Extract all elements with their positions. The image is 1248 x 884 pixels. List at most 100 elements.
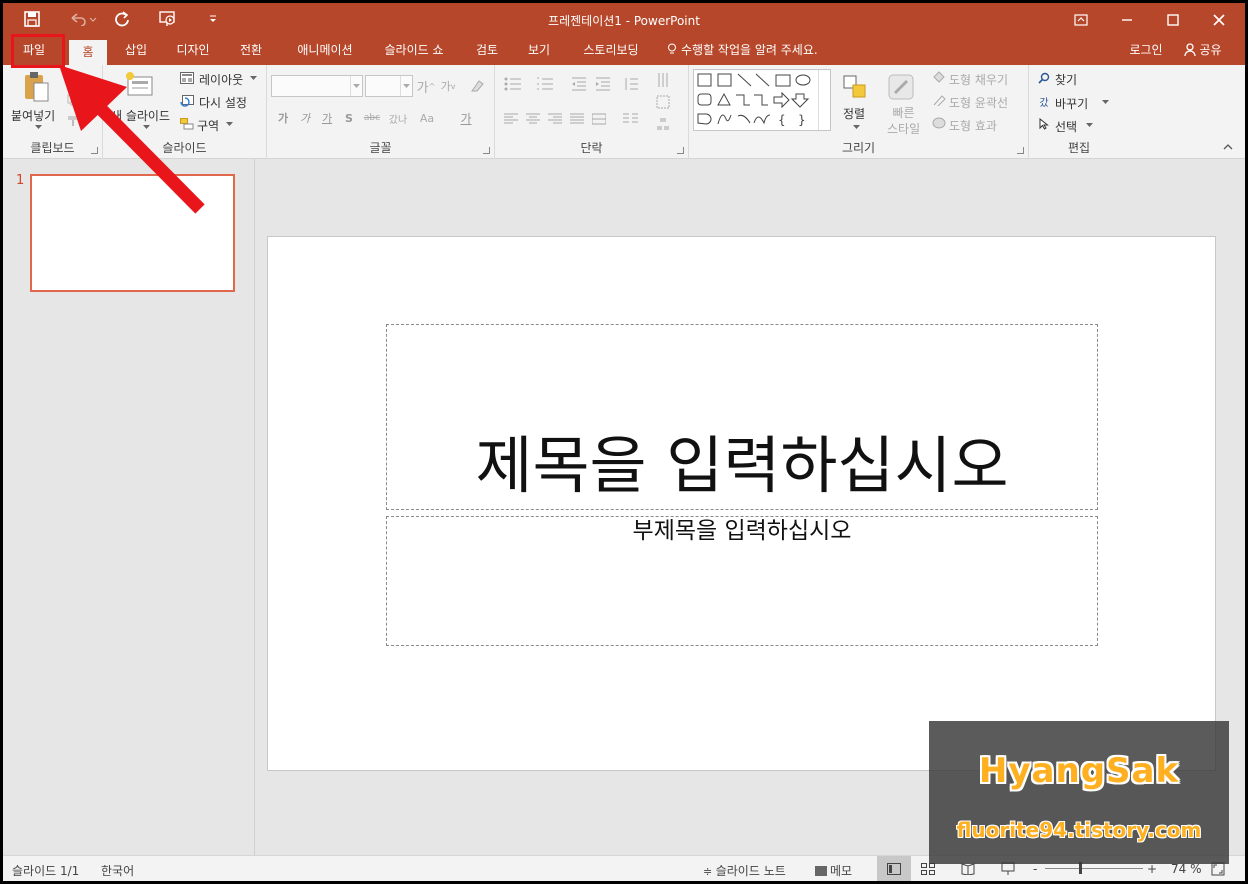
arrange-icon[interactable] [839, 71, 871, 103]
zoom-out-button[interactable]: - [1033, 862, 1037, 876]
format-painter-icon[interactable] [65, 113, 81, 129]
font-launcher-icon[interactable] [483, 147, 490, 154]
font-size-dropdown-icon[interactable] [400, 76, 412, 96]
clear-format-icon[interactable] [467, 77, 487, 95]
align-right-icon[interactable] [545, 111, 565, 127]
tell-me-box[interactable]: 수행할 작업을 알려 주세요. [667, 36, 837, 65]
tab-view[interactable]: 보기 [517, 36, 561, 65]
smartart-icon[interactable] [653, 115, 673, 133]
italic-button[interactable]: 가 [297, 109, 313, 127]
normal-view-button[interactable] [877, 856, 911, 881]
maximize-icon[interactable] [1150, 3, 1196, 36]
share-button[interactable]: 공유 [1173, 36, 1233, 65]
zoom-in-button[interactable]: + [1147, 862, 1157, 876]
line-spacing-icon[interactable] [621, 75, 641, 93]
paste-icon[interactable] [21, 71, 53, 103]
quick-styles-label[interactable]: 빠른 스타일 [887, 105, 920, 137]
replace-dropdown-icon[interactable] [1101, 99, 1109, 105]
increase-indent-icon[interactable] [593, 75, 613, 93]
title-placeholder[interactable]: 제목을 입력하십시오 [386, 324, 1098, 510]
tab-animations[interactable]: 애니메이션 [283, 36, 367, 65]
slideshow-view-icon[interactable] [1001, 862, 1017, 876]
align-text-icon[interactable] [653, 93, 673, 111]
text-direction-icon[interactable] [653, 71, 673, 89]
tab-design[interactable]: 디자인 [165, 36, 221, 65]
collapse-ribbon-icon[interactable] [1221, 141, 1235, 153]
comments-button[interactable]: 메모 [815, 862, 852, 879]
tab-insert[interactable]: 삽입 [111, 36, 161, 65]
paste-dropdown-icon[interactable] [33, 123, 43, 131]
bullets-icon[interactable] [501, 75, 525, 93]
shadow-button[interactable]: S [341, 109, 357, 127]
new-slide-dropdown-icon[interactable] [141, 123, 151, 131]
zoom-slider[interactable] [1045, 868, 1143, 869]
shapes-gallery[interactable]: {} [693, 69, 831, 131]
layout-button[interactable]: 레이아웃 [199, 71, 243, 88]
comment-icon [815, 866, 827, 876]
section-dropdown-icon[interactable] [225, 121, 233, 127]
shape-effects-icon [931, 116, 947, 130]
font-name-box[interactable] [271, 75, 363, 97]
zoom-level[interactable]: 74 % [1171, 862, 1202, 876]
tab-storyboarding[interactable]: 스토리보딩 [569, 36, 653, 65]
layout-dropdown-icon[interactable] [249, 75, 257, 81]
font-size-box[interactable] [365, 75, 413, 97]
tab-home[interactable]: 홈 [69, 40, 107, 65]
tab-transitions[interactable]: 전환 [227, 36, 275, 65]
clipboard-launcher-icon[interactable] [91, 147, 98, 154]
title-placeholder-text: 제목을 입력하십시오 [475, 429, 1009, 502]
reset-button[interactable]: 다시 설정 [199, 94, 247, 111]
slide-counter[interactable]: 슬라이드 1/1 [12, 862, 79, 879]
minimize-icon[interactable] [1104, 3, 1150, 36]
drawing-launcher-icon[interactable] [1017, 147, 1024, 154]
select-button[interactable]: 선택 [1055, 118, 1077, 135]
tab-slideshow[interactable]: 슬라이드 쇼 [373, 36, 455, 65]
quick-styles-icon[interactable] [885, 71, 917, 103]
replace-button[interactable]: 바꾸기 [1055, 95, 1088, 112]
distributed-icon[interactable] [589, 111, 609, 127]
font-name-dropdown-icon[interactable] [350, 76, 362, 96]
font-color-button[interactable]: 가 [455, 107, 477, 129]
shape-outline-button[interactable]: 도형 윤곽선 [949, 94, 1008, 111]
strikethrough-button[interactable]: abc [361, 109, 383, 127]
align-left-icon[interactable] [501, 111, 521, 127]
numbering-icon[interactable] [533, 75, 557, 93]
fit-to-window-icon[interactable] [1211, 862, 1227, 876]
shape-fill-button[interactable]: 도형 채우기 [949, 71, 1008, 88]
new-slide-label[interactable]: 새 슬라이드 [111, 107, 170, 124]
close-icon[interactable] [1196, 3, 1242, 36]
grow-font-icon[interactable]: 가 ^ [417, 77, 436, 96]
cut-icon[interactable] [65, 71, 81, 87]
columns-icon[interactable] [619, 111, 643, 127]
shrink-font-icon[interactable]: 가v [439, 77, 457, 95]
align-center-icon[interactable] [523, 111, 543, 127]
notes-button[interactable]: ≑ 슬라이드 노트 [703, 862, 786, 879]
ribbon-display-icon[interactable] [1058, 3, 1104, 36]
decrease-indent-icon[interactable] [569, 75, 589, 93]
shape-effects-button[interactable]: 도형 효과 [949, 117, 997, 134]
arrange-label[interactable]: 정렬 [843, 105, 865, 122]
language-indicator[interactable]: 한국어 [101, 862, 134, 879]
justify-icon[interactable] [567, 111, 587, 127]
section-button[interactable]: 구역 [197, 117, 219, 134]
char-spacing-button[interactable]: 갔나 [385, 109, 411, 127]
paragraph-launcher-icon[interactable] [677, 147, 684, 154]
change-case-button[interactable]: Aa [415, 109, 439, 127]
paragraph-group: 단락 [495, 65, 689, 159]
underline-button[interactable]: 가 [319, 109, 335, 127]
login-link[interactable]: 로그인 [1123, 36, 1169, 65]
shapes-scroll[interactable] [818, 70, 830, 130]
slide-canvas[interactable]: 제목을 입력하십시오 부제목을 입력하십시오 [267, 236, 1216, 771]
find-button[interactable]: 찾기 [1055, 71, 1077, 88]
reading-view-icon[interactable] [961, 863, 977, 876]
slide-thumbnail[interactable] [30, 174, 235, 292]
subtitle-placeholder[interactable]: 부제목을 입력하십시오 [386, 516, 1098, 646]
bold-button[interactable]: 가 [275, 109, 291, 127]
new-slide-icon[interactable] [123, 71, 155, 99]
arrange-dropdown-icon[interactable] [851, 123, 861, 131]
select-dropdown-icon[interactable] [1085, 122, 1093, 128]
copy-icon[interactable] [65, 92, 81, 108]
slide-sorter-icon[interactable] [921, 863, 937, 875]
paste-label[interactable]: 붙여넣기 [11, 107, 55, 124]
tab-review[interactable]: 검토 [465, 36, 509, 65]
